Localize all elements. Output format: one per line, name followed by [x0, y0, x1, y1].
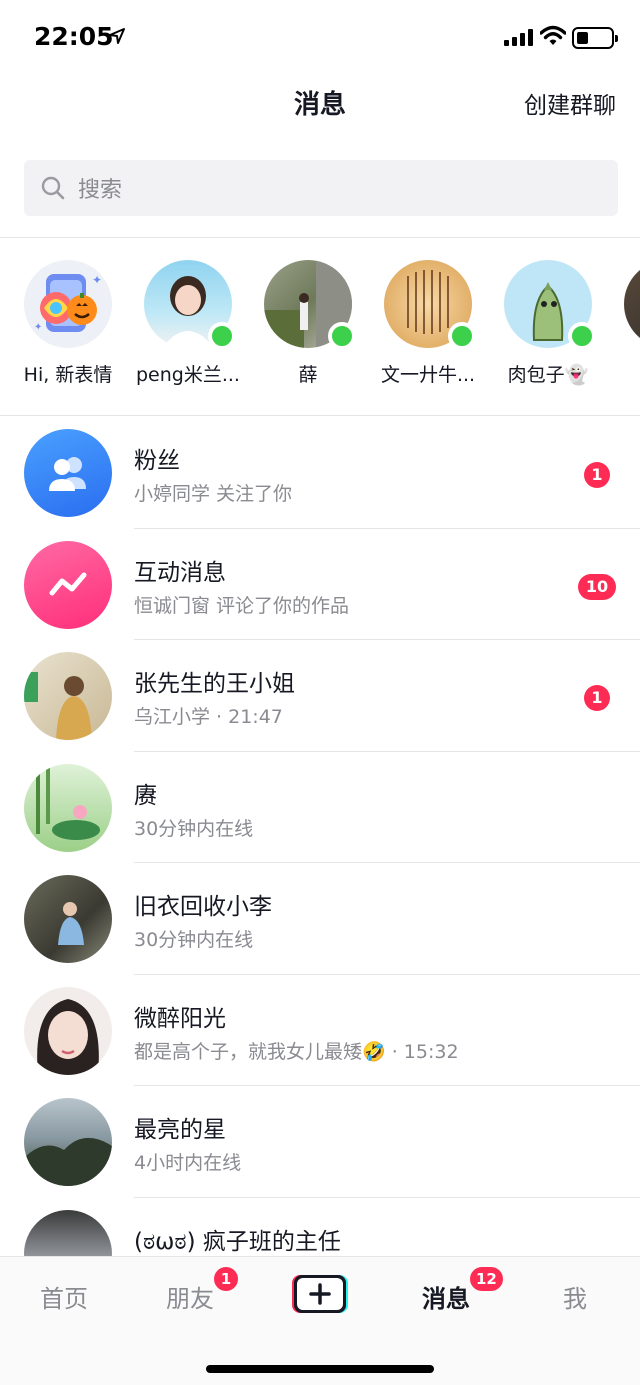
avatar-image: [24, 672, 92, 740]
list-item[interactable]: 微醉阳光 都是高个子，就我女儿最矮🤣 · 15:32: [0, 975, 640, 1086]
list-item-subtitle: 都是高个子，就我女儿最矮🤣 · 15:32: [134, 1040, 459, 1063]
avatar-image: [36, 763, 100, 840]
avatar: [384, 260, 476, 350]
list-item-title: 互动消息: [134, 559, 226, 586]
message-list: 粉丝 小婷同学 关注了你 1 互动消息 恒诚门窗 评论了你的作品 10 张先生的…: [0, 417, 640, 1309]
avatar: [24, 1098, 112, 1186]
list-item-interactions[interactable]: 互动消息 恒诚门窗 评论了你的作品 10: [0, 529, 640, 640]
story-item[interactable]: 薛: [248, 260, 368, 387]
tab-home[interactable]: 首页: [40, 1279, 88, 1314]
avatar: [24, 875, 112, 963]
story-new-stickers[interactable]: ✦ ✦ Hi, 新表情: [8, 260, 128, 387]
status-bar: 22:05: [0, 0, 640, 76]
list-item-fans[interactable]: 粉丝 小婷同学 关注了你 1: [0, 417, 640, 529]
svg-text:✦: ✦: [34, 322, 42, 333]
avatar: [24, 986, 112, 1075]
list-item-subtitle: 30分钟内在线: [134, 817, 254, 840]
interactions-icon: [49, 572, 87, 595]
list-item-subtitle: 小婷同学 关注了你: [134, 483, 293, 505]
status-time: 22:05: [34, 22, 114, 51]
list-item-title: 最亮的星: [134, 1117, 226, 1143]
tab-friends[interactable]: 朋友: [166, 1279, 214, 1314]
fans-icon: [49, 457, 86, 491]
messages-badge: 12: [470, 1267, 503, 1291]
divider: [0, 415, 640, 416]
story-name: 自: [608, 360, 640, 387]
avatar: [504, 260, 596, 350]
online-indicator: [568, 322, 596, 350]
list-item-title: 赓: [134, 782, 157, 809]
avatar-image: [24, 1137, 112, 1186]
fans-avatar: [24, 429, 112, 517]
list-item-title: 粉丝: [134, 448, 180, 474]
list-item[interactable]: 旧衣回收小李 30分钟内在线: [0, 863, 640, 975]
tab-me[interactable]: 我: [563, 1279, 587, 1314]
list-item-subtitle: 恒诚门窗 评论了你的作品: [134, 594, 350, 617]
unread-badge: 1: [584, 462, 610, 488]
story-item[interactable]: peng米兰...: [128, 260, 248, 387]
avatar: [24, 763, 112, 852]
search-input[interactable]: 搜索: [24, 160, 618, 216]
story-item[interactable]: 文一廾牛...: [368, 260, 488, 387]
create-group-button[interactable]: 创建群聊: [524, 86, 616, 120]
location-arrow-icon: [109, 28, 125, 44]
list-item-subtitle: 30分钟内在线: [134, 929, 254, 951]
divider: [0, 237, 640, 238]
home-indicator: [206, 1365, 434, 1373]
story-name: 薛: [298, 364, 318, 386]
list-item-subtitle: 乌江小学 · 21:47: [134, 706, 283, 728]
avatar: [264, 260, 356, 350]
unread-badge: 10: [578, 573, 616, 600]
wifi-icon: [540, 25, 566, 45]
list-item[interactable]: 张先生的王小姐 乌江小学 · 21:47 1: [0, 640, 640, 752]
avatar-image: [58, 902, 84, 945]
story-name: peng米兰...: [136, 364, 240, 386]
list-item[interactable]: 最亮的星 4小时内在线: [0, 1086, 640, 1198]
story-name: 文一廾牛...: [380, 364, 476, 386]
list-item-title: 张先生的王小姐: [134, 671, 295, 697]
list-item[interactable]: 赓 30分钟内在线: [0, 752, 640, 863]
story-item[interactable]: 肉包子👻: [488, 260, 608, 387]
unread-badge: 1: [584, 685, 610, 711]
online-indicator: [208, 322, 236, 350]
story-name: Hi, 新表情: [23, 364, 113, 386]
story-item[interactable]: 自: [608, 260, 640, 387]
interactions-avatar: [24, 540, 112, 629]
friends-badge: 1: [214, 1267, 238, 1291]
avatar: [24, 652, 112, 740]
list-item-title: (ಠωಠ) 疯子班的主任: [134, 1228, 341, 1255]
list-item-title: 旧衣回收小李: [134, 894, 272, 920]
online-indicator: [448, 322, 476, 350]
stickers-icon: ✦ ✦: [34, 273, 102, 333]
story-name: 肉包子👻: [507, 364, 589, 386]
search-placeholder: 搜索: [78, 178, 123, 203]
avatar-image: [37, 998, 99, 1075]
search-icon: [41, 176, 65, 200]
tab-messages[interactable]: 消息: [422, 1279, 470, 1314]
svg-text:✦: ✦: [92, 273, 102, 287]
list-item-title: 微醉阳光: [134, 1005, 226, 1032]
list-item-subtitle: 4小时内在线: [134, 1152, 242, 1174]
avatar: [624, 260, 640, 348]
cellular-signal-icon: [504, 28, 533, 46]
online-indicator: [328, 322, 356, 350]
avatar: [144, 260, 236, 350]
create-post-button[interactable]: [290, 1273, 350, 1315]
stories-row: ✦ ✦ Hi, 新表情 peng米兰... 薛 文一廾牛... 肉包子👻: [0, 260, 640, 390]
new-stickers-avatar: ✦ ✦: [24, 260, 112, 348]
battery-icon: [572, 27, 618, 49]
